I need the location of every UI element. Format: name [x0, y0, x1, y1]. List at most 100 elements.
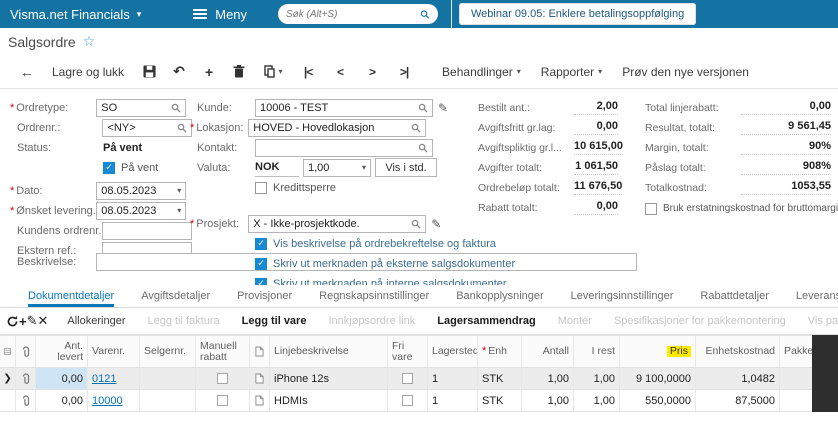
header-enh[interactable]: * Enh	[478, 336, 522, 367]
currency-code-field[interactable]: NOK	[255, 159, 299, 177]
row-attachment-cell[interactable]	[16, 368, 36, 389]
save-and-close-button[interactable]: Lagre og lukk	[42, 65, 134, 79]
cell-i-rest[interactable]: 1,00	[574, 368, 620, 389]
cell-linjebeskrivelse[interactable]: iPhone 12s	[270, 368, 388, 389]
cell-pris[interactable]: 9 100,0000	[620, 368, 696, 389]
tab-bankopplysninger[interactable]: Bankopplysninger	[456, 290, 543, 307]
save-button[interactable]	[134, 65, 164, 78]
cell-fri-vare[interactable]	[388, 390, 428, 411]
onsket-levering-input[interactable]: 08.05.2023 ▾	[96, 201, 187, 220]
back-button[interactable]: ←	[12, 64, 42, 80]
copy-paste-button[interactable]: ▾	[254, 65, 292, 78]
manuell-rabatt-checkbox[interactable]	[217, 395, 228, 406]
try-new-version-link[interactable]: Prøv den nye versjonen	[612, 65, 759, 79]
header-i-rest[interactable]: I rest	[574, 336, 620, 367]
erstatningskostnad-checkbox[interactable]	[645, 202, 657, 215]
lookup-icon[interactable]	[177, 123, 187, 133]
varenr-link[interactable]: 10000	[92, 395, 123, 407]
lokasjon-input[interactable]: HOVED - Hovedlokasjon	[248, 118, 427, 137]
ordrenr-input[interactable]: <NY>	[102, 118, 192, 137]
cell-antall[interactable]: 1,00	[522, 368, 574, 389]
kundens-ordrenr-input[interactable]	[102, 221, 192, 240]
app-brand-menu[interactable]: Visma.net Financials ▾	[10, 7, 141, 22]
fri-vare-checkbox[interactable]	[402, 373, 413, 384]
pa-vent-checkbox[interactable]: ✓	[103, 161, 115, 174]
tab-dokumentdetaljer[interactable]: Dokumentdetaljer	[28, 290, 115, 307]
kredittsperre-checkbox[interactable]	[255, 181, 267, 194]
header-antall[interactable]: Antall	[522, 336, 574, 367]
merknad-eksterne-checkbox[interactable]: ✓	[255, 257, 267, 270]
header-varenr[interactable]: Varenr.	[88, 336, 140, 367]
chevron-down-icon[interactable]: ▾	[362, 163, 366, 172]
go-first-button[interactable]: |<	[292, 65, 324, 79]
header-lagersted[interactable]: Lagersted	[428, 336, 478, 367]
vis-i-std-button[interactable]: Vis i std.	[375, 158, 437, 177]
cell-pakkemontering[interactable]	[780, 390, 812, 411]
header-fri-vare[interactable]: Fri vare	[388, 336, 428, 367]
header-enhetskostnad[interactable]: Enhetskostnad	[696, 336, 780, 367]
lookup-icon[interactable]	[418, 143, 428, 153]
currency-rate-combo[interactable]: 1,00 ▾	[303, 158, 371, 177]
ordretype-input[interactable]: SO	[96, 98, 187, 117]
lookup-icon[interactable]	[171, 103, 181, 113]
table-row[interactable]: 0,00 10000 HDMIs 1 STK 1,00 1,00 550,000…	[0, 390, 812, 412]
cell-pris[interactable]: 550,0000	[620, 390, 696, 411]
select-all-header[interactable]	[0, 336, 16, 367]
kunde-input[interactable]: 10006 - TEST	[255, 98, 433, 117]
edit-kunde-icon[interactable]: ✎	[438, 101, 448, 115]
tab-leveringsinnstillinger[interactable]: Leveringsinnstillinger	[571, 290, 674, 307]
kontakt-input[interactable]	[255, 138, 433, 157]
calendar-dropdown-icon[interactable]: ▾	[177, 186, 181, 195]
cell-lagersted[interactable]: 1	[428, 390, 478, 411]
cell-lagersted[interactable]: 1	[428, 368, 478, 389]
refresh-button[interactable]	[6, 315, 19, 328]
lagersammendrag-button[interactable]: Lagersammendrag	[426, 315, 546, 327]
go-previous-button[interactable]: <	[324, 65, 356, 79]
cell-manuell-rabatt[interactable]	[196, 390, 250, 411]
edit-prosjekt-icon[interactable]: ✎	[431, 217, 441, 231]
cell-fri-vare[interactable]	[388, 368, 428, 389]
global-search[interactable]	[278, 4, 438, 24]
add-row-button[interactable]: +	[19, 314, 27, 329]
search-input[interactable]	[286, 8, 420, 20]
webinar-banner-button[interactable]: Webinar 09.05: Enklere betalingsoppfølgi…	[459, 3, 697, 25]
tab-leveranser[interactable]: Leveranser	[796, 290, 838, 307]
add-record-button[interactable]: +	[194, 64, 224, 80]
go-last-button[interactable]: >|	[388, 65, 420, 79]
varenr-link[interactable]: 0121	[92, 373, 116, 385]
header-pris[interactable]: Pris	[620, 336, 696, 367]
delete-button[interactable]	[224, 65, 254, 78]
cell-selgernr[interactable]	[140, 390, 196, 411]
header-notes[interactable]	[250, 336, 270, 367]
tab-provisjoner[interactable]: Provisjoner	[237, 290, 292, 307]
undo-button[interactable]: ↶	[164, 63, 194, 80]
delete-row-button[interactable]: ✕	[38, 313, 49, 329]
dato-input[interactable]: 08.05.2023 ▾	[96, 181, 187, 200]
cell-i-rest[interactable]: 1,00	[574, 390, 620, 411]
table-row[interactable]: ❯ 0,00 0121 iPhone 12s 1 STK 1,00 1,00 9…	[0, 368, 812, 390]
lookup-icon[interactable]	[411, 219, 421, 229]
row-attachment-cell[interactable]	[16, 390, 36, 411]
attachments-header[interactable]	[16, 336, 36, 367]
tab-regnskapsinnstillinger[interactable]: Regnskapsinnstillinger	[319, 290, 429, 307]
header-linjebeskrivelse[interactable]: Linjebeskrivelse	[270, 336, 388, 367]
cell-note[interactable]	[250, 368, 270, 389]
cell-enh[interactable]: STK	[478, 368, 522, 389]
main-menu-button[interactable]: Meny	[193, 7, 247, 22]
cell-varenr[interactable]: 10000	[88, 390, 140, 411]
cell-enhetskostnad[interactable]: 1,0482	[696, 368, 780, 389]
behandlinger-menu[interactable]: Behandlinger ▾	[432, 65, 531, 79]
cell-enhetskostnad[interactable]: 87,5000	[696, 390, 780, 411]
prosjekt-input[interactable]: X - Ikke-prosjektkode.	[248, 214, 427, 233]
cell-pakkemontering[interactable]	[780, 368, 812, 389]
cell-ant-levert[interactable]: 0,00	[36, 368, 88, 389]
favorite-star-icon[interactable]: ☆	[83, 33, 96, 50]
cell-enh[interactable]: STK	[478, 390, 522, 411]
header-selgernr[interactable]: Selgernr.	[140, 336, 196, 367]
header-manuell-rabatt[interactable]: Manuell rabatt	[196, 336, 250, 367]
go-next-button[interactable]: >	[356, 65, 388, 79]
cell-linjebeskrivelse[interactable]: HDMIs	[270, 390, 388, 411]
tab-avgiftsdetaljer[interactable]: Avgiftsdetaljer	[141, 290, 210, 307]
cell-selgernr[interactable]	[140, 368, 196, 389]
cell-ant-levert[interactable]: 0,00	[36, 390, 88, 411]
